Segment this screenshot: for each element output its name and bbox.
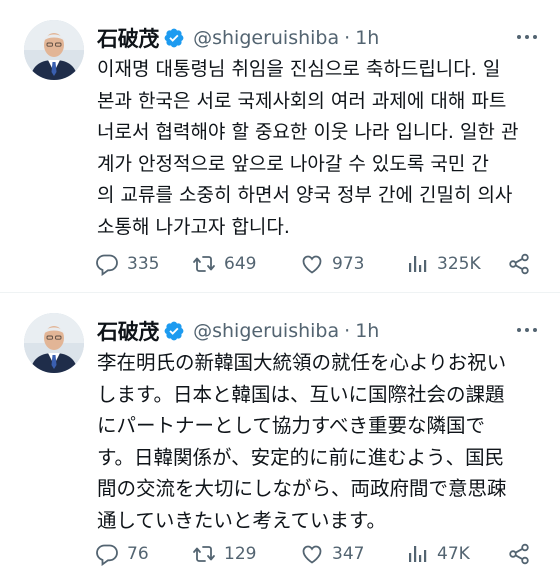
like-count: 347 [332,544,365,564]
views-count: 325K [437,254,481,274]
like-icon [302,255,322,274]
views-button[interactable]: 325K [405,250,481,278]
repost-icon [193,546,215,562]
reply-button[interactable]: 335 [95,250,159,278]
reply-button[interactable]: 76 [95,540,149,568]
share-icon [509,543,529,565]
author-name[interactable]: 石破茂 [97,316,159,346]
reply-count: 76 [127,544,149,564]
views-icon [409,256,427,272]
tweet-text: 이재명 대통령님 취임을 진심으로 축하드립니다. 일 본과 한국은 서로 국제… [97,58,519,238]
verified-badge-icon [164,321,184,341]
timestamp[interactable]: 1h [355,320,379,342]
repost-button[interactable]: 129 [192,540,256,568]
tweet-actions: 76 129 347 47K [95,540,545,568]
views-button[interactable]: 47K [405,540,470,568]
author-handle[interactable]: @shigeruishiba [193,27,339,49]
reply-icon [96,254,118,276]
like-button[interactable]: 973 [300,250,364,278]
author-name[interactable]: 石破茂 [97,23,159,53]
reply-icon [96,544,118,566]
like-count: 973 [332,254,365,274]
more-options-icon[interactable] [514,319,540,341]
share-button[interactable] [507,540,531,568]
tweet-header: 石破茂 @shigeruishiba · 1h [97,317,540,345]
tweet-header: 石破茂 @shigeruishiba · 1h [97,24,540,52]
reply-count: 335 [127,254,160,274]
avatar[interactable] [24,20,84,80]
avatar[interactable] [24,313,84,373]
repost-icon [193,256,215,272]
repost-count: 129 [224,544,257,564]
separator-dot: · [344,27,351,49]
verified-badge-icon [164,28,184,48]
timestamp[interactable]: 1h [355,27,379,49]
more-options-icon[interactable] [514,26,540,48]
separator-dot: · [344,320,351,342]
repost-button[interactable]: 649 [192,250,256,278]
tweet[interactable]: 石破茂 @shigeruishiba · 1h 李在明氏の新韓国大統領の就任を心… [0,292,560,577]
views-count: 47K [437,544,470,564]
tweet-actions: 335 649 973 325K [95,250,545,278]
like-button[interactable]: 347 [300,540,364,568]
tweet[interactable]: 石破茂 @shigeruishiba · 1h 이재명 대통령님 취임을 진심으… [0,0,560,292]
share-icon [509,253,529,275]
repost-count: 649 [224,254,257,274]
share-button[interactable] [507,250,531,278]
like-icon [302,545,322,564]
views-icon [409,546,427,562]
tweet-text: 李在明氏の新韓国大統領の就任を心よりお祝い します。日本と韓国は、互いに国際社会… [97,351,507,532]
author-handle[interactable]: @shigeruishiba [193,320,339,342]
